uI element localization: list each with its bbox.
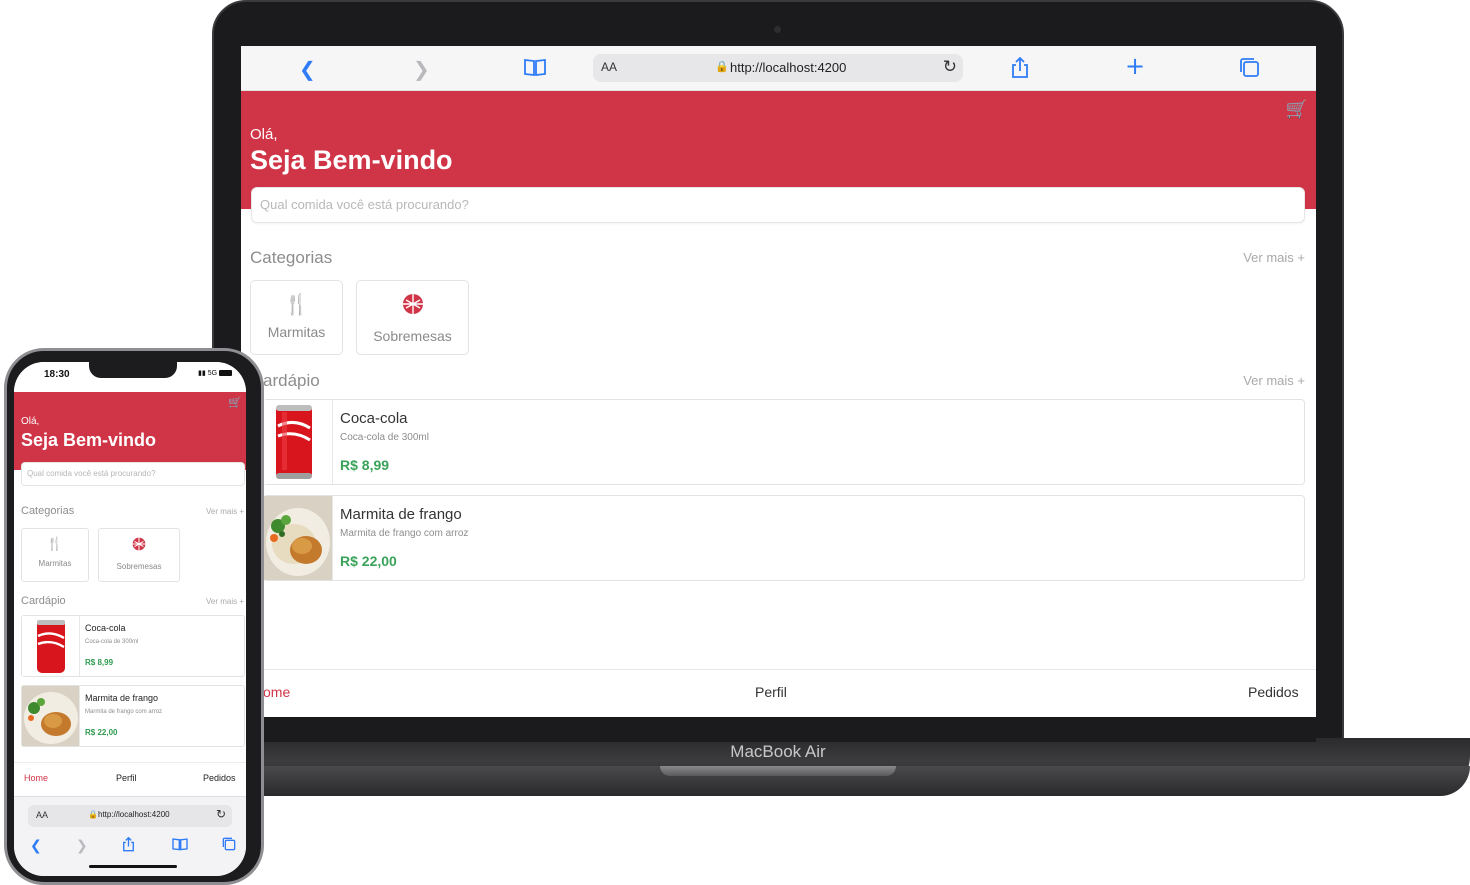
menu-more-link[interactable]: Ver mais + (1243, 373, 1305, 388)
dessert-icon (357, 293, 468, 319)
laptop-screen: ❮ ❯ AA 🔒 http://localhost:4200 ↻ + 🛒 Olá… (241, 46, 1316, 717)
category-card-marmitas[interactable]: 🍴 Marmitas (21, 528, 89, 582)
cart-icon[interactable]: 🛒 (228, 396, 242, 409)
nav-orders[interactable]: Pedidos (203, 773, 236, 783)
item-name: Coca-cola (85, 623, 126, 633)
category-label: Sobremesas (373, 328, 452, 344)
lock-icon: 🔒 (88, 810, 98, 819)
cart-icon[interactable]: 🛒 (1286, 99, 1308, 120)
url-text[interactable]: http://localhost:4200 (98, 810, 170, 819)
item-name: Marmita de frango (340, 506, 462, 523)
reload-icon[interactable]: ↻ (216, 807, 226, 821)
bookmarks-icon[interactable] (524, 57, 546, 82)
cutlery-icon: 🍴 (46, 537, 64, 552)
signal-bars-icon: ▮▮ (198, 370, 206, 377)
bookmarks-icon[interactable] (172, 837, 188, 856)
item-description: Marmita de frango com arroz (340, 528, 469, 539)
menu-item-marmita-de-frango[interactable]: Marmita de frango Marmita de frango com … (21, 685, 245, 747)
nav-home[interactable]: Home (24, 773, 48, 783)
back-icon[interactable]: ❮ (30, 837, 42, 855)
reader-aa-button[interactable]: AA (36, 810, 48, 820)
nav-home[interactable]: ome (263, 684, 290, 700)
phone-screen: 18:30 ▮▮ 5G 🛒 Olá, Seja Bem-vindo Qual c… (14, 362, 246, 876)
menu-item-coca-cola[interactable]: Coca-cola Coca-cola de 300ml R$ 8,99 (21, 615, 245, 677)
item-price: R$ 8,99 (85, 658, 114, 667)
status-signal: ▮▮ 5G (198, 369, 232, 377)
status-time: 18:30 (44, 369, 70, 380)
menu-item-marmita-de-frango[interactable]: Marmita de frango Marmita de frango com … (263, 495, 1305, 581)
category-label: Marmitas (38, 559, 72, 568)
category-card-marmitas[interactable]: 🍴 Marmitas (250, 280, 343, 355)
browser-bottom-bar: AA 🔒 http://localhost:4200 ↻ ❮ ❯ (14, 796, 246, 876)
cutlery-icon: 🍴 (284, 292, 309, 316)
browser-toolbar: ❮ ❯ AA 🔒 http://localhost:4200 ↻ + (241, 46, 1316, 91)
item-price: R$ 22,00 (85, 728, 118, 737)
forward-icon[interactable]: ❯ (76, 837, 88, 855)
categories-title: Categorias (250, 248, 333, 267)
menu-title: ardápio (263, 371, 320, 390)
coca-cola-image (264, 400, 333, 484)
battery-icon (219, 370, 232, 377)
tabs-icon[interactable] (222, 837, 236, 856)
reload-icon[interactable]: ↻ (943, 57, 957, 77)
search-input[interactable]: Qual comida você está procurando? (251, 187, 1305, 223)
bottom-nav: Home Perfil Pedidos (14, 762, 246, 796)
share-icon[interactable] (122, 836, 135, 857)
category-label: Marmitas (267, 324, 326, 340)
item-description: Marmita de frango com arroz (85, 709, 163, 715)
categories-title: Categorias (21, 505, 75, 517)
share-icon[interactable] (1011, 56, 1029, 84)
search-input[interactable]: Qual comida você está procurando? (21, 462, 245, 486)
categories-more-link[interactable]: Ver mais + (1243, 250, 1305, 265)
marmita-image (22, 686, 80, 746)
tabs-icon[interactable] (1239, 57, 1260, 83)
laptop-brand-label: MacBook Air (730, 742, 826, 761)
greeting-text: Olá, (21, 416, 40, 427)
welcome-title: Seja Bem-vindo (250, 145, 453, 175)
menu-title: Cardápio (21, 595, 66, 607)
laptop-notch (660, 766, 896, 776)
item-description: Coca-cola de 300ml (340, 432, 429, 443)
address-bar[interactable]: AA 🔒 http://localhost:4200 ↻ (28, 805, 232, 827)
greeting-text: Olá, (250, 126, 278, 143)
menu-more-link[interactable]: Ver mais + (206, 597, 244, 606)
coca-cola-image (22, 616, 80, 676)
menu-item-coca-cola[interactable]: Coca-cola Coca-cola de 300ml R$ 8,99 (263, 399, 1305, 485)
back-icon[interactable]: ❮ (299, 57, 316, 81)
item-name: Coca-cola (340, 410, 408, 427)
network-type: 5G (207, 370, 218, 377)
app-header: 🛒 Olá, Seja Bem-vindo (14, 392, 246, 470)
welcome-title: Seja Bem-vindo (21, 430, 157, 450)
dessert-icon (99, 537, 179, 556)
forward-icon[interactable]: ❯ (413, 57, 430, 81)
category-label: Sobremesas (116, 562, 162, 571)
address-bar[interactable]: AA 🔒 http://localhost:4200 ↻ (593, 54, 963, 82)
new-tab-icon[interactable]: + (1125, 54, 1145, 78)
nav-orders[interactable]: Pedidos (1248, 684, 1299, 700)
url-text[interactable]: http://localhost:4200 (730, 60, 846, 75)
item-name: Marmita de frango (85, 693, 159, 703)
item-price: R$ 8,99 (340, 457, 390, 473)
reader-aa-button[interactable]: AA (601, 60, 617, 74)
category-card-sobremesas[interactable]: Sobremesas (98, 528, 180, 582)
item-price: R$ 22,00 (340, 553, 397, 569)
phone-notch (89, 362, 177, 378)
laptop-chin (241, 717, 1316, 742)
nav-profile[interactable]: Perfil (755, 684, 787, 700)
laptop-camera (774, 26, 781, 33)
item-description: Coca-cola de 300ml (85, 639, 139, 645)
marmita-image (264, 496, 333, 580)
categories-more-link[interactable]: Ver mais + (206, 507, 244, 516)
category-card-sobremesas[interactable]: Sobremesas (356, 280, 469, 355)
nav-profile[interactable]: Perfil (116, 773, 137, 783)
lock-icon: 🔒 (715, 60, 729, 73)
home-indicator (89, 865, 177, 868)
bottom-nav: ome Perfil Pedidos (241, 669, 1316, 717)
device-mockup-stage: MacBook Air ❮ ❯ AA 🔒 http://localhost:42… (0, 0, 1470, 885)
